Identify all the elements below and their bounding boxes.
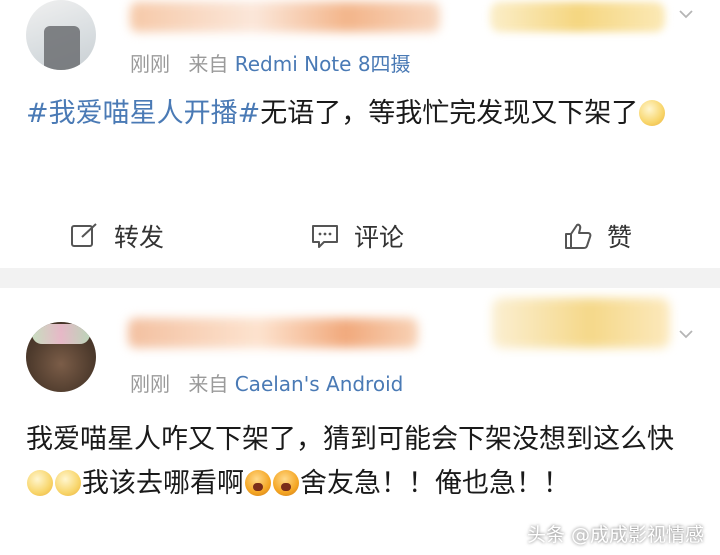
crying-emoji-icon xyxy=(245,470,271,496)
weibo-post-1: 刚刚 来自 Redmi Note 8四摄 #我爱喵星人开播#无语了，等我忙完发现… xyxy=(0,0,720,268)
source-device[interactable]: Caelan's Android xyxy=(235,372,404,396)
comment-button[interactable]: 评论 xyxy=(310,218,404,254)
pray-emoji-icon xyxy=(27,470,53,496)
pray-emoji-icon xyxy=(639,100,666,126)
post-text: #我爱喵星人开播#无语了，等我忙完发现又下架了 xyxy=(26,92,701,136)
post-meta: 刚刚 来自 Caelan's Android xyxy=(130,368,403,397)
pray-emoji-icon xyxy=(55,470,81,496)
source-prefix: 来自 xyxy=(188,372,229,396)
like-label: 赞 xyxy=(607,223,633,252)
weibo-post-2: 刚刚 来自 Caelan's Android 我爱喵星人咋又下架了，猜到可能会下… xyxy=(0,288,720,555)
chevron-down-icon[interactable] xyxy=(678,326,694,342)
comment-label: 评论 xyxy=(354,223,405,252)
blurred-username[interactable] xyxy=(128,318,418,348)
avatar[interactable] xyxy=(26,0,96,70)
source-prefix: 来自 xyxy=(188,52,229,76)
chevron-down-icon[interactable] xyxy=(678,6,694,22)
watermark: 头条 @成成影视情感 xyxy=(526,524,704,546)
post-time: 刚刚 xyxy=(130,52,170,76)
post-text-content: 无语了，等我忙完发现又下架了 xyxy=(260,98,639,129)
comment-icon xyxy=(312,225,338,248)
blurred-username[interactable] xyxy=(130,2,440,32)
repost-label: 转发 xyxy=(114,223,165,252)
blurred-badge xyxy=(490,2,665,32)
action-bar: 转发 评论 赞 xyxy=(0,200,720,270)
topic-link[interactable]: #我爱喵星人开播# xyxy=(26,98,260,129)
post-separator xyxy=(0,268,720,288)
repost-button[interactable]: 转发 xyxy=(70,218,164,254)
blurred-badge xyxy=(492,298,670,348)
thumbs-up-icon xyxy=(565,223,592,249)
like-button[interactable]: 赞 xyxy=(563,218,632,254)
crying-emoji-icon xyxy=(273,470,299,496)
edit-share-icon xyxy=(71,223,97,247)
post-meta: 刚刚 来自 Redmi Note 8四摄 xyxy=(130,48,411,77)
source-device[interactable]: Redmi Note 8四摄 xyxy=(235,52,411,76)
avatar[interactable] xyxy=(26,322,96,392)
post-text: 我爱喵星人咋又下架了，猜到可能会下架没想到这么快我该去哪看啊 舍友急！！俺也急！！ xyxy=(26,418,701,506)
post-time: 刚刚 xyxy=(130,372,170,396)
post-text-part-2: 我该去哪看啊 xyxy=(82,468,244,499)
post-text-part-3: 舍友急！！俺也急！！ xyxy=(300,468,570,499)
post-text-part-1: 我爱喵星人咋又下架了，猜到可能会下架没想到这么快 xyxy=(26,424,674,455)
